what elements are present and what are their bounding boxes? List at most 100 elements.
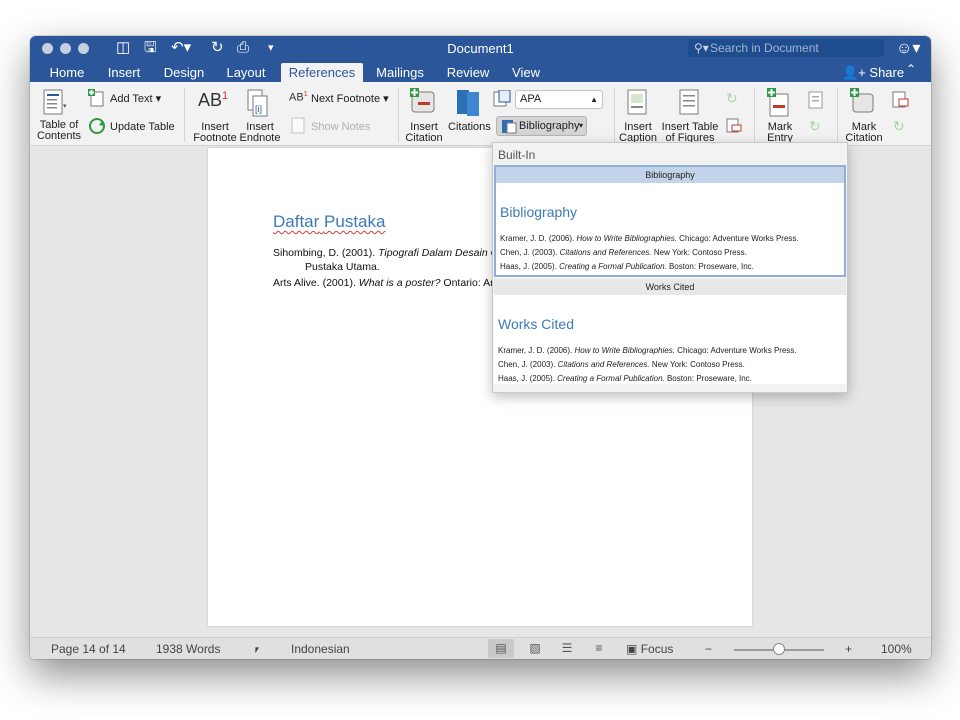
add-person-icon: 👤+ (842, 65, 866, 80)
citation-style-select[interactable]: APA ▲ (515, 90, 603, 109)
zoom-level[interactable]: 100% (881, 642, 912, 656)
reference-entry[interactable]: Sihombing, D. (2001). Tipografi Dalam De… (273, 247, 508, 259)
search-icon: ⚲▾ (694, 41, 709, 55)
add-text-label: Add Text (110, 93, 153, 105)
insert-index-icon[interactable] (808, 91, 824, 109)
line-title: How to Write Bibliographies. (574, 346, 675, 355)
draft-view-button[interactable]: ≡ (586, 639, 612, 658)
next-footnote-label: Next Footnote (311, 93, 381, 105)
reference-text: Arts Alive. (2001). (273, 277, 359, 289)
update-table-of-figures-icon[interactable]: ↻ (726, 90, 738, 107)
update-table-button[interactable]: Update Table (110, 122, 175, 133)
reference-title: What is a poster? (358, 277, 441, 289)
tab-layout[interactable]: Layout (220, 63, 272, 82)
insert-endnote-label-2: Endnote (239, 132, 281, 144)
tab-insert[interactable]: Insert (100, 63, 148, 82)
gallery-preview-line: Chen, J. (2003). Citations and Reference… (498, 360, 745, 369)
insert-table-of-authorities-icon[interactable] (892, 91, 910, 109)
tab-review[interactable]: Review (442, 63, 494, 82)
insert-table-of-figures-icon (679, 89, 699, 115)
update-table-of-authorities-icon[interactable]: ↻ (893, 118, 905, 135)
tab-design[interactable]: Design (158, 63, 210, 82)
mark-entry-icon (767, 88, 789, 117)
print-layout-view-button[interactable]: ▤ (488, 639, 514, 658)
gallery-preview-heading: Works Cited (498, 316, 574, 332)
line-text: Haas, J. (2005). (500, 262, 560, 271)
show-notes-icon (291, 117, 305, 134)
tab-home[interactable]: Home (42, 63, 92, 82)
gallery-item-title: Works Cited (494, 279, 846, 295)
search-input[interactable]: ⚲▾ Search in Document (688, 39, 884, 57)
gallery-preview-heading: Bibliography (500, 204, 578, 220)
ribbon-tab-bar: Home Insert Design Layout References Mai… (30, 60, 931, 82)
line-text: Kramer, J. D. (2006). (500, 234, 577, 243)
ribbon-separator (614, 88, 615, 142)
insert-citation-button[interactable]: Insert Citation (402, 122, 446, 144)
insert-caption-button[interactable]: Insert Caption (616, 122, 660, 144)
reference-entry-continuation[interactable]: Pustaka Utama. (305, 261, 380, 273)
show-notes-button[interactable]: Show Notes (311, 122, 370, 133)
insert-endnote-button[interactable]: Insert Endnote (238, 122, 282, 144)
web-layout-view-button[interactable]: ▧ (522, 639, 548, 658)
page-count[interactable]: Page 14 of 14 (51, 642, 126, 656)
zoom-slider-thumb[interactable] (773, 643, 785, 655)
focus-mode-button[interactable]: ▣ Focus (626, 642, 673, 656)
next-footnote-glyph: AB (289, 91, 304, 104)
table-of-contents-button[interactable]: Table of Contents (35, 120, 83, 142)
table-of-contents-icon[interactable]: ▾ (42, 88, 68, 116)
insert-citation-icon (410, 88, 435, 113)
reference-entry[interactable]: Arts Alive. (2001). What is a poster? On… (273, 277, 502, 289)
heading-word-2: Pustaka (324, 212, 386, 231)
bibliography-button[interactable]: Bibliography ▾ (496, 116, 587, 136)
citations-button[interactable]: Citations (448, 122, 491, 133)
next-footnote-icon: AB1 (289, 91, 308, 104)
tab-view[interactable]: View (506, 63, 546, 82)
stepper-arrows-icon: ▲ (590, 95, 598, 104)
proofing-icon[interactable]: ⎖ (252, 642, 262, 656)
line-title: Citations and References. (557, 360, 650, 369)
share-label: Share (869, 65, 905, 80)
mark-citation-button[interactable]: Mark Citation (842, 122, 886, 144)
reference-text: Pustaka Utama. (305, 261, 380, 273)
insert-table-of-figures-button[interactable]: Insert Table of Figures (660, 122, 720, 144)
manage-sources-icon[interactable] (493, 90, 511, 108)
mark-entry-button[interactable]: Mark Entry (760, 122, 800, 144)
word-count[interactable]: 1938 Words (156, 642, 220, 656)
insert-endnote-icon: [i] (247, 89, 268, 117)
update-index-icon[interactable]: ↻ (809, 118, 821, 135)
chevron-down-icon: ▾ (579, 121, 584, 130)
bibliography-gallery: Built-In Bibliography Bibliography Krame… (492, 142, 848, 393)
ribbon-separator (837, 88, 838, 142)
share-button[interactable]: 👤+ Share (842, 63, 904, 82)
gallery-item-bibliography[interactable]: Bibliography Bibliography Kramer, J. D. … (494, 165, 846, 277)
tab-references[interactable]: References (281, 63, 363, 82)
reference-title: Tipografi Dalam Desain Gra (378, 247, 509, 259)
mark-citation-icon (850, 88, 874, 113)
svg-text:[i]: [i] (255, 104, 262, 114)
search-placeholder: Search in Document (710, 41, 819, 55)
tab-mailings[interactable]: Mailings (372, 63, 428, 82)
insert-footnote-icon: AB1 (198, 90, 228, 111)
language-indicator[interactable]: Indonesian (291, 642, 350, 656)
gallery-item-works-cited[interactable]: Works Cited Works Cited Kramer, J. D. (2… (494, 279, 846, 384)
insert-citation-label-2: Citation (405, 132, 443, 144)
gallery-item-title: Bibliography (496, 167, 844, 183)
citation-style-value: APA (520, 93, 542, 105)
title-bar: ◫ 🖫 ↶▾ ↻ ⎙ ▾ Document1 ⚲▾ Search in Docu… (30, 36, 931, 60)
ribbon-separator (754, 88, 755, 142)
bibliography-heading[interactable]: Daftar Pustaka (273, 212, 385, 232)
next-footnote-button[interactable]: Next Footnote ▾ (311, 94, 389, 105)
line-text: New York: Contoso Press. (651, 248, 747, 257)
zoom-out-button[interactable]: − (705, 642, 712, 656)
line-text: Chicago: Adventure Works Press. (676, 234, 799, 243)
line-text: Chen, J. (2003). (498, 360, 558, 369)
gallery-section-label: Built-In (498, 148, 536, 162)
svg-text:▾: ▾ (63, 103, 67, 110)
add-text-button[interactable]: Add Text ▾ (110, 94, 161, 105)
outline-view-button[interactable]: ☰ (554, 639, 580, 658)
feedback-smiley-icon[interactable]: ☺▾ (896, 38, 920, 58)
zoom-in-button[interactable]: + (845, 642, 852, 656)
collapse-ribbon-icon[interactable]: ⌃ (906, 62, 916, 76)
cross-reference-icon[interactable] (726, 118, 742, 134)
insert-footnote-button[interactable]: Insert Footnote (190, 122, 240, 144)
